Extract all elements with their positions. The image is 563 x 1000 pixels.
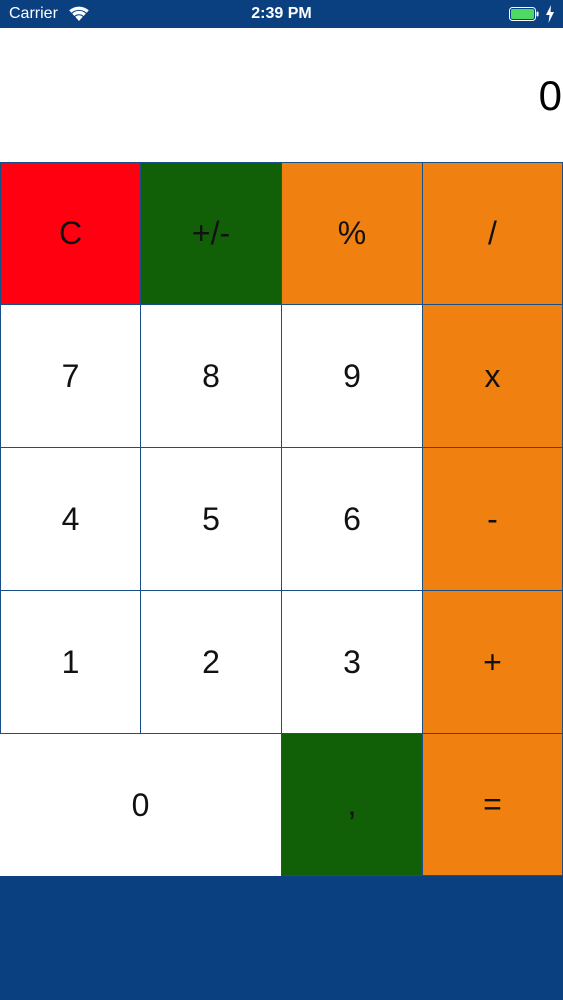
- digit-7-button[interactable]: 7: [0, 304, 141, 448]
- digit-5-label: 5: [202, 500, 220, 537]
- keypad: C +/- % / 7 8 9 x 4 5 6 - 1 2 3 + 0 , =: [0, 162, 563, 876]
- status-bar: Carrier 2:39 PM: [0, 0, 563, 28]
- minus-button-label: -: [487, 500, 498, 537]
- bottom-area: [0, 876, 563, 1000]
- display-value: 0: [538, 72, 562, 119]
- digit-9-button[interactable]: 9: [281, 304, 423, 448]
- multiply-button[interactable]: x: [422, 304, 563, 448]
- percent-button[interactable]: %: [281, 162, 423, 305]
- digit-5-button[interactable]: 5: [140, 447, 282, 591]
- digit-0-label: 0: [131, 786, 150, 823]
- charging-bolt-icon: [546, 5, 554, 23]
- plus-button[interactable]: +: [422, 590, 563, 734]
- minus-button[interactable]: -: [422, 447, 563, 591]
- plus-button-label: +: [483, 643, 502, 680]
- divide-button-label: /: [488, 215, 497, 251]
- clear-button[interactable]: C: [0, 162, 141, 305]
- decimal-button[interactable]: ,: [281, 733, 423, 876]
- sign-toggle-button-label: +/-: [191, 215, 231, 251]
- decimal-button-label: ,: [347, 786, 357, 822]
- percent-button-label: %: [337, 215, 367, 251]
- digit-4-button[interactable]: 4: [0, 447, 141, 591]
- equals-button[interactable]: =: [422, 733, 563, 876]
- digit-8-button[interactable]: 8: [140, 304, 282, 448]
- multiply-button-label: x: [484, 357, 501, 394]
- digit-0-button[interactable]: 0: [0, 733, 282, 876]
- calculator-screen: Carrier 2:39 PM 0 C +/- % / 7 8 9 x 4 5 …: [0, 0, 563, 1000]
- digit-4-label: 4: [61, 500, 80, 537]
- clear-button-label: C: [58, 215, 83, 251]
- digit-9-label: 9: [343, 357, 361, 394]
- sign-toggle-button[interactable]: +/-: [140, 162, 282, 305]
- digit-1-button[interactable]: 1: [0, 590, 141, 734]
- digit-8-label: 8: [202, 357, 220, 394]
- divide-button[interactable]: /: [422, 162, 563, 305]
- digit-6-label: 6: [343, 500, 361, 537]
- equals-button-label: =: [483, 786, 502, 822]
- digit-3-button[interactable]: 3: [281, 590, 423, 734]
- digit-3-label: 3: [343, 643, 361, 680]
- digit-2-label: 2: [202, 643, 220, 680]
- digit-2-button[interactable]: 2: [140, 590, 282, 734]
- digit-7-label: 7: [61, 357, 80, 394]
- digit-1-label: 1: [61, 643, 80, 680]
- result-display: 0: [0, 28, 563, 162]
- battery-icon: [509, 7, 539, 21]
- status-time: 2:39 PM: [251, 5, 312, 22]
- digit-6-button[interactable]: 6: [281, 447, 423, 591]
